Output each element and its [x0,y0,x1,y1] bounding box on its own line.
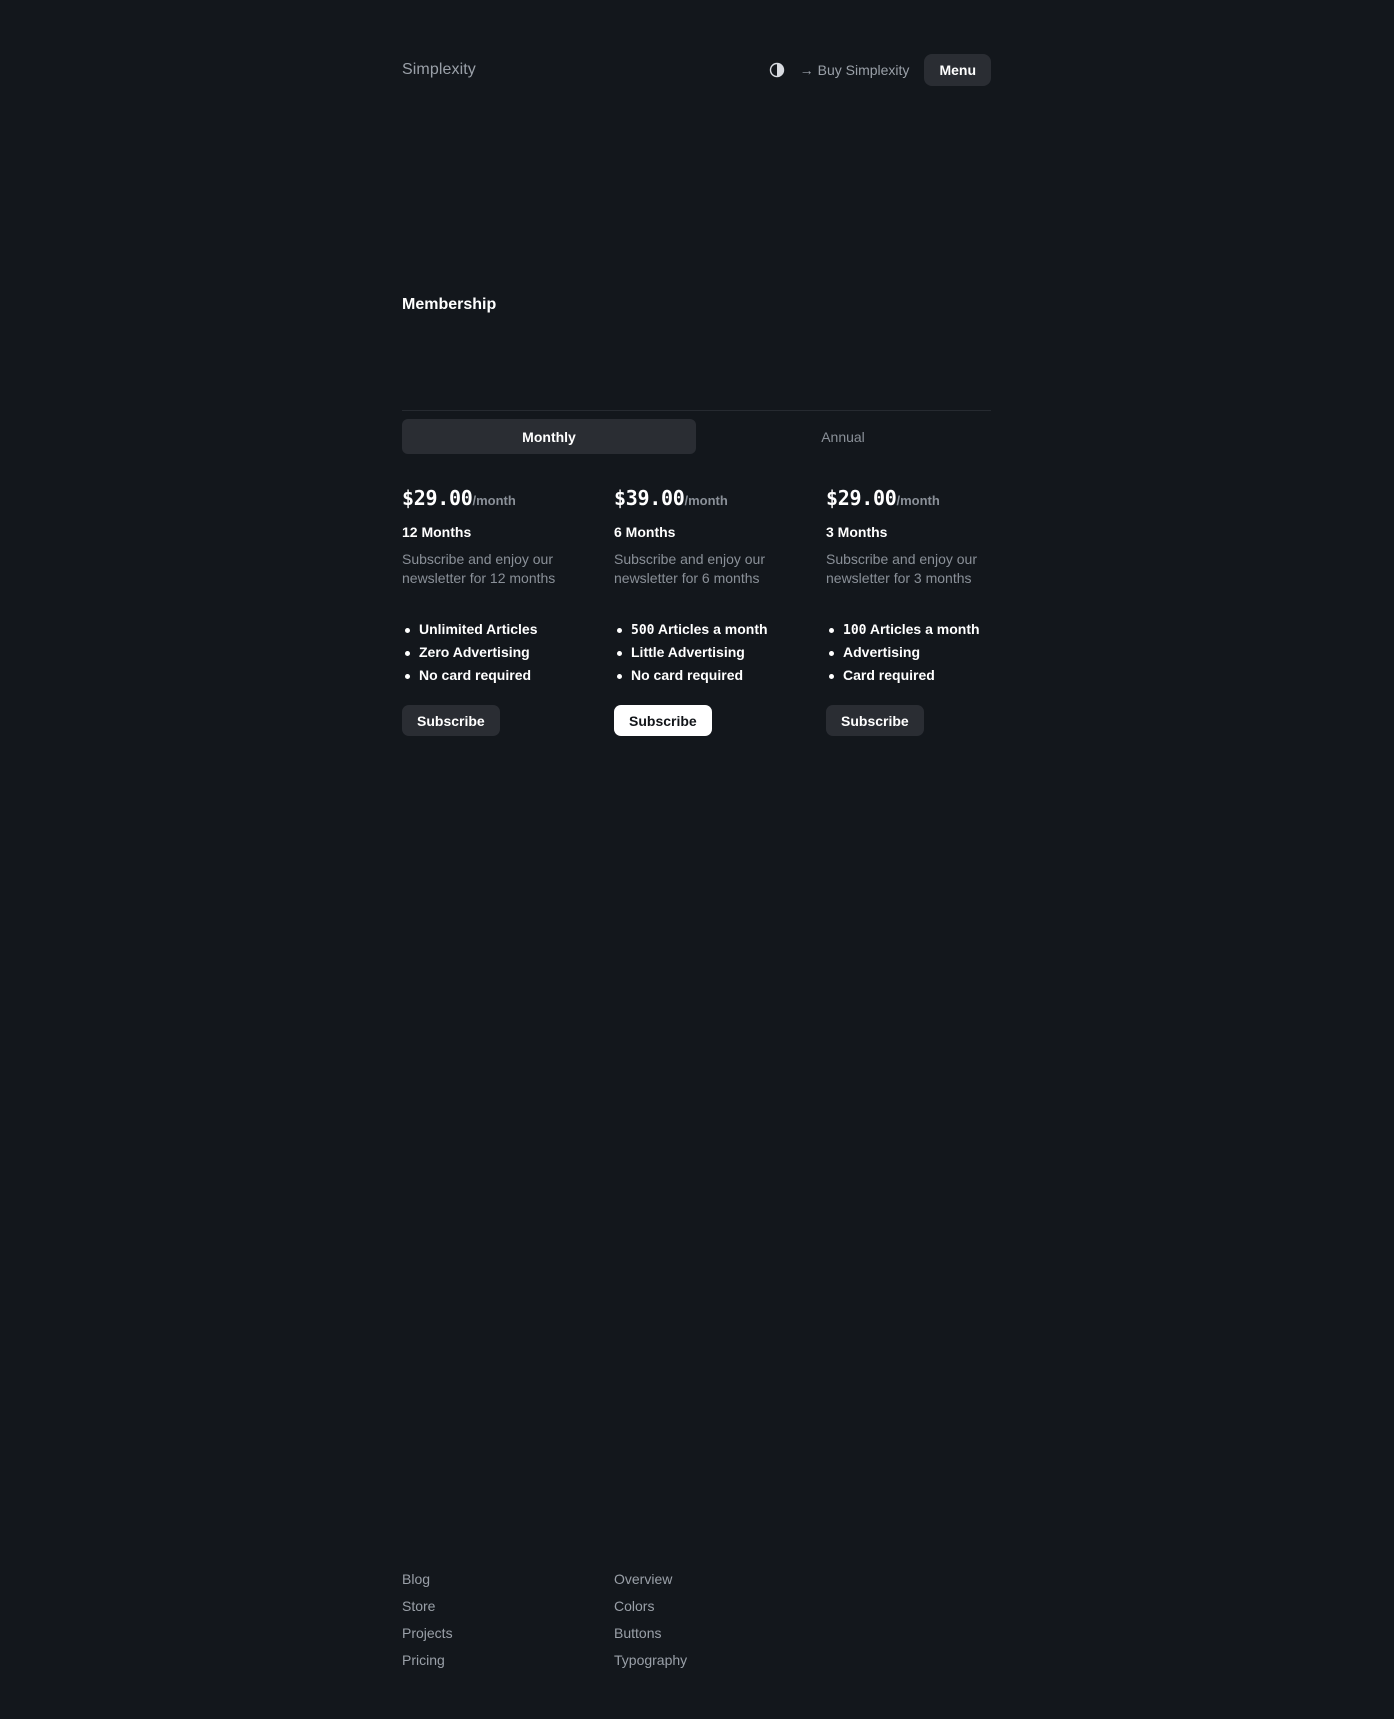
pricing-plans: $29.00 /month 12 Months Subscribe and en… [402,486,991,736]
plan-name: 3 Months [826,524,888,540]
subscribe-button[interactable]: Subscribe [614,705,712,736]
tab-annual[interactable]: Annual [696,419,990,454]
footer-link-colors[interactable]: Colors [614,1598,826,1625]
price-row: $29.00 /month [402,486,614,512]
price-row: $39.00 /month [614,486,826,512]
brand-logo[interactable]: Simplexity [402,61,476,79]
plan-period: /month [684,493,728,508]
site-footer: Blog Store Projects Pricing Overview Col… [402,1571,826,1679]
plan-description: Subscribe and enjoy our newsletter for 1… [402,551,556,586]
plan-name: 6 Months [614,524,676,540]
price-row: $29.00 /month [826,486,991,512]
feature-item: Card required [826,664,991,687]
feature-item: Unlimited Articles [402,618,614,641]
footer-column-styleguide: Overview Colors Buttons Typography [614,1571,826,1679]
feature-list: Unlimited Articles Zero Advertising No c… [402,618,614,687]
arrow-right-icon: → [799,62,814,78]
feature-text: Articles a month [654,621,768,637]
buy-simplexity-label: Buy Simplexity [817,62,910,78]
feature-item: Zero Advertising [402,641,614,664]
menu-button[interactable]: Menu [924,54,991,86]
subscribe-button[interactable]: Subscribe [402,705,500,736]
feature-count: 500 [631,623,655,638]
feature-item: No card required [402,664,614,687]
feature-list: 100 Articles a month Advertising Card re… [826,618,991,687]
plan-name: 12 Months [402,524,472,540]
feature-text: Advertising [843,644,921,660]
plan-period: /month [472,493,516,508]
plan-card: $29.00 /month 12 Months Subscribe and en… [402,486,614,736]
footer-link-overview[interactable]: Overview [614,1571,826,1598]
billing-period-tabs: Monthly Annual [402,419,991,454]
section-divider [402,410,991,411]
footer-link-pricing[interactable]: Pricing [402,1652,614,1679]
feature-item: 100 Articles a month [826,618,991,641]
page-container: Simplexity → Buy Simplexity Menu Members… [402,0,991,1719]
feature-text: Little Advertising [631,644,745,660]
feature-item: Advertising [826,641,991,664]
feature-item: No card required [614,664,826,687]
feature-item: Little Advertising [614,641,826,664]
site-header: Simplexity → Buy Simplexity Menu [402,54,991,86]
feature-text: No card required [419,667,532,683]
feature-item: 500 Articles a month [614,618,826,641]
footer-link-projects[interactable]: Projects [402,1625,614,1652]
footer-link-typography[interactable]: Typography [614,1652,826,1679]
feature-list: 500 Articles a month Little Advertising … [614,618,826,687]
feature-count: 100 [843,623,867,638]
plan-period: /month [896,493,940,508]
plan-price: $39.00 [614,486,685,510]
footer-link-buttons[interactable]: Buttons [614,1625,826,1652]
footer-link-blog[interactable]: Blog [402,1571,614,1598]
half-circle-icon [769,62,784,78]
feature-text: Card required [843,667,935,683]
page-title: Membership [402,296,497,313]
plan-price: $29.00 [826,486,897,510]
footer-link-store[interactable]: Store [402,1598,614,1625]
plan-card: $39.00 /month 6 Months Subscribe and enj… [614,486,826,736]
footer-column-site: Blog Store Projects Pricing [402,1571,614,1679]
header-actions: → Buy Simplexity Menu [768,54,991,86]
feature-text: Articles a month [866,621,980,637]
feature-text: Zero Advertising [419,644,530,660]
plan-description: Subscribe and enjoy our newsletter for 3… [826,551,977,586]
plan-price: $29.00 [402,486,473,510]
plan-description: Subscribe and enjoy our newsletter for 6… [614,551,765,586]
theme-toggle-button[interactable] [768,61,786,79]
subscribe-button[interactable]: Subscribe [826,705,924,736]
plan-card: $29.00 /month 3 Months Subscribe and enj… [826,486,991,736]
tab-monthly[interactable]: Monthly [402,419,696,454]
feature-text: Unlimited Articles [419,621,538,637]
feature-text: No card required [631,667,744,683]
buy-simplexity-link[interactable]: → Buy Simplexity [800,62,910,78]
